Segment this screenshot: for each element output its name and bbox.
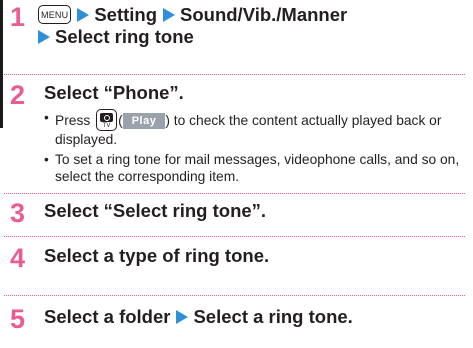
dotted-divider	[4, 193, 465, 194]
menu-key-icon: MENU	[38, 5, 72, 24]
dotted-divider	[4, 74, 465, 75]
step-number: 4	[10, 243, 26, 273]
step-instruction: MENU Setting Sound/Vib./Manner Select ring…	[38, 4, 465, 48]
step-title: Select “Select ring tone”.	[44, 200, 267, 221]
step-number: 2	[10, 80, 26, 110]
step-2: 2 Select “Phone”. Press TV(Play) to chec…	[10, 82, 465, 188]
manual-page: 1 MENU Setting Sound/Vib./Manner Select ri…	[0, 0, 473, 348]
dotted-divider	[4, 236, 465, 237]
menu-item-sound: Sound/Vib./Manner	[180, 4, 348, 25]
arrow-icon	[77, 8, 90, 22]
dotted-divider	[4, 295, 465, 296]
step-number: 3	[10, 198, 26, 228]
play-softkey: Play	[122, 113, 166, 129]
step-5: 5 Select a folder Select a ring tone.	[10, 306, 465, 333]
arrow-icon	[176, 310, 189, 324]
step-4: 4 Select a type of ring tone.	[10, 245, 465, 272]
note-text: Press	[55, 113, 95, 128]
left-margin-bar	[0, 0, 3, 128]
step-number: 5	[10, 304, 26, 334]
note-item: Press TV(Play) to check the content actu…	[44, 109, 465, 149]
step-1: 1 MENU Setting Sound/Vib./Manner Select ri…	[10, 4, 465, 48]
step-title: Select a type of ring tone.	[44, 245, 270, 266]
notes-list: Press TV(Play) to check the content actu…	[44, 109, 465, 186]
step-number: 1	[10, 2, 26, 32]
step-item-ring-tone: Select a ring tone.	[193, 306, 353, 327]
step-title: Select “Phone”.	[44, 82, 184, 103]
menu-item-setting: Setting	[94, 4, 158, 25]
step-item-folder: Select a folder	[44, 306, 171, 327]
note-item: To set a ring tone for mail messages, vi…	[44, 151, 465, 186]
arrow-icon	[163, 8, 176, 22]
step-3: 3 Select “Select ring tone”.	[10, 200, 465, 227]
camera-tv-key-icon: TV	[96, 109, 118, 131]
arrow-icon	[38, 30, 50, 44]
menu-item-select-ring-tone: Select ring tone	[55, 26, 194, 47]
step-instruction: Select a folder Select a ring tone.	[44, 306, 465, 328]
camera-key-label: TV	[102, 123, 111, 129]
